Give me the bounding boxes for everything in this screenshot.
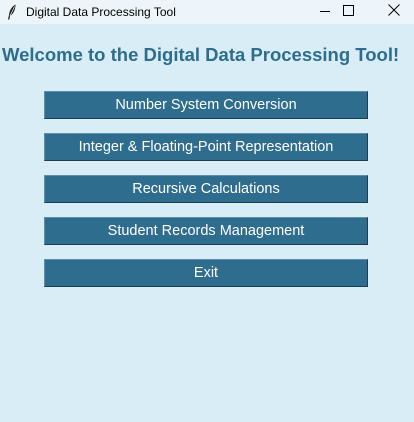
student-records-button[interactable]: Student Records Management <box>44 217 368 245</box>
integer-floating-point-button[interactable]: Integer & Floating-Point Representation <box>44 133 368 161</box>
title-bar[interactable]: Digital Data Processing Tool <box>0 0 414 24</box>
feather-icon <box>7 4 17 20</box>
maximize-button[interactable] <box>325 0 371 24</box>
number-system-conversion-button[interactable]: Number System Conversion <box>44 91 368 119</box>
recursive-calculations-button[interactable]: Recursive Calculations <box>44 175 368 203</box>
exit-button[interactable]: Exit <box>44 259 368 287</box>
window-title: Digital Data Processing Tool <box>26 5 176 19</box>
maximize-icon <box>342 3 354 21</box>
welcome-heading: Welcome to the Digital Data Processing T… <box>2 44 400 65</box>
app-window: Digital Data Processing Tool Welcome to … <box>0 0 414 422</box>
close-button[interactable] <box>371 0 414 24</box>
close-icon <box>388 3 400 21</box>
